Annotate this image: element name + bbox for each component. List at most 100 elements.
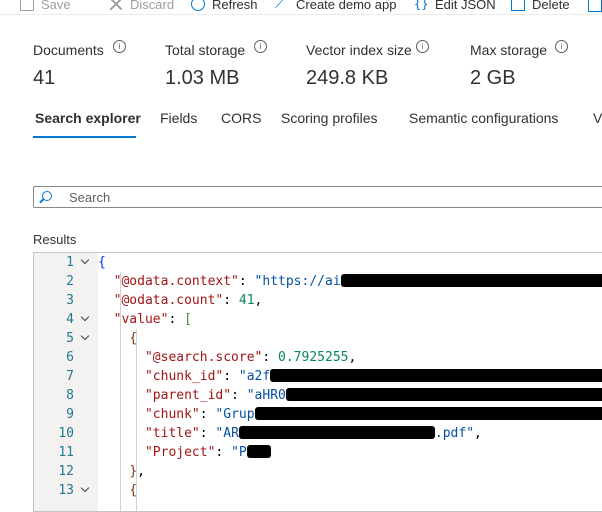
line-number: 7 — [66, 369, 74, 384]
stat-total-storage-label: Total storage — [165, 42, 246, 58]
json-string: "aHR0 — [246, 388, 286, 403]
line-number: 5 — [66, 331, 74, 346]
stat-documents-value: 41 — [33, 67, 56, 89]
tab-search-explorer[interactable]: Search explorer — [35, 110, 141, 126]
tab-semantic-configurations[interactable]: Semantic configurations — [409, 110, 558, 126]
stat-documents: Documents 41 — [33, 42, 104, 90]
save-button[interactable]: Save — [20, 0, 71, 13]
stat-max-storage: Max storage 2 GB — [470, 42, 547, 90]
json-key: "@odata.count" — [113, 293, 224, 308]
line-number: 4 — [66, 312, 74, 327]
wand-icon: ⟋ — [275, 0, 285, 11]
fold-chevron-icon[interactable] — [80, 253, 92, 272]
json-string: "https://ai — [254, 274, 341, 289]
stat-total-storage: Total storage 1.03 MB — [165, 42, 245, 90]
stat-max-storage-label: Max storage — [470, 42, 548, 58]
active-tab-indicator — [33, 136, 136, 138]
trash-icon — [511, 0, 525, 11]
redaction-bar — [246, 445, 271, 458]
discard-icon — [109, 0, 123, 11]
json-string: "P — [231, 445, 247, 460]
json-key: "value" — [113, 312, 169, 327]
create-demo-app-label: Create demo app — [296, 0, 397, 12]
line-number: 6 — [66, 350, 74, 365]
braces-icon: {} — [414, 0, 429, 11]
line-number: 9 — [66, 407, 74, 422]
code-line: 8 "parent_id": "aHR0 — [34, 386, 602, 405]
info-icon[interactable]: i — [416, 40, 429, 53]
stat-documents-label: Documents — [33, 42, 104, 58]
json-number: 0.7925255 — [278, 350, 349, 365]
code-line: 5 { — [34, 329, 602, 348]
stat-total-storage-value: 1.03 MB — [165, 67, 240, 89]
discard-button[interactable]: Discard — [109, 0, 174, 13]
redaction-bar — [238, 426, 435, 439]
info-icon[interactable]: i — [113, 40, 126, 53]
info-icon[interactable]: i — [555, 40, 568, 53]
edit-json-button[interactable]: {} Edit JSON — [414, 0, 496, 13]
line-number: 13 — [58, 483, 74, 498]
tab-fields[interactable]: Fields — [160, 110, 197, 126]
discard-label: Discard — [130, 0, 175, 12]
json-string-tail: .pdf" — [434, 426, 475, 441]
refresh-button[interactable]: Refresh — [191, 0, 258, 13]
search-box — [33, 186, 602, 208]
stat-vector-index-size: Vector index size 249.8 KB — [306, 42, 412, 90]
line-number: 11 — [58, 445, 74, 460]
code-line: 11 "Project": "P — [34, 443, 602, 462]
code-line: 10 "title": "AR .pdf", — [34, 424, 602, 443]
redaction-bar — [285, 388, 602, 401]
tab-scoring-profiles[interactable]: Scoring profiles — [281, 110, 378, 126]
json-string: "a2f — [238, 369, 271, 384]
code-line: 6 "@search.score": 0.7925255, — [34, 348, 602, 367]
code-line: 2 "@odata.context": "https://ai — [34, 272, 602, 291]
stat-vector-index-size-label: Vector index size — [306, 42, 412, 58]
stat-max-storage-value: 2 GB — [470, 67, 516, 89]
code-line: 12 }, — [34, 462, 602, 481]
code-line: 13 { — [34, 481, 602, 500]
delete-button[interactable]: Delete — [511, 0, 570, 13]
search-input[interactable] — [69, 187, 599, 207]
json-string: "AR — [215, 426, 239, 441]
results-label: Results — [33, 232, 77, 247]
refresh-icon — [191, 0, 205, 11]
json-key: "title" — [144, 426, 200, 441]
fold-chevron-icon[interactable] — [80, 310, 92, 329]
redaction-bar — [254, 407, 602, 420]
code-line: 7 "chunk_id": "a2f — [34, 367, 602, 386]
stat-vector-index-size-value: 249.8 KB — [306, 67, 389, 89]
redaction-bar — [340, 274, 602, 287]
line-number: 1 — [66, 255, 74, 270]
fold-chevron-icon[interactable] — [80, 481, 92, 500]
refresh-label: Refresh — [212, 0, 258, 12]
tab-cors[interactable]: CORS — [221, 110, 261, 126]
tab-overflow[interactable]: V — [593, 110, 602, 126]
info-icon[interactable]: i — [254, 40, 267, 53]
fold-chevron-icon[interactable] — [80, 329, 92, 348]
json-number: 41 — [238, 293, 255, 308]
create-demo-app-button[interactable]: ⟋ Create demo app — [275, 0, 396, 13]
code-line: 9 "chunk": "Grup — [34, 405, 602, 424]
json-key: "Project" — [144, 445, 216, 460]
overflow-icon[interactable] — [588, 0, 602, 12]
code-line: 3 "@odata.count": 41, — [34, 291, 602, 310]
search-icon — [42, 191, 52, 201]
save-icon — [20, 0, 34, 11]
delete-label: Delete — [532, 0, 570, 12]
save-label: Save — [41, 0, 71, 12]
line-number: 3 — [66, 293, 74, 308]
json-key: "chunk_id" — [144, 369, 224, 384]
redaction-bar — [270, 369, 602, 382]
json-key: "chunk" — [144, 407, 200, 422]
line-number: 8 — [66, 388, 74, 403]
json-key: "parent_id" — [144, 388, 232, 403]
command-bar: Save Discard Refresh ⟋ Create demo app {… — [0, 0, 602, 15]
line-number: 12 — [58, 464, 74, 479]
code-line: 1 { — [34, 253, 602, 272]
json-string: "Grup — [215, 407, 255, 422]
results-editor[interactable]: 1 { 2 "@odata.context": "https://ai 3 "@… — [33, 252, 602, 512]
tab-bar: Search explorer Fields CORS Scoring prof… — [0, 110, 602, 140]
line-number: 10 — [58, 426, 74, 441]
json-key: "@search.score" — [144, 350, 263, 365]
code-line: 4 "value": [ — [34, 310, 602, 329]
